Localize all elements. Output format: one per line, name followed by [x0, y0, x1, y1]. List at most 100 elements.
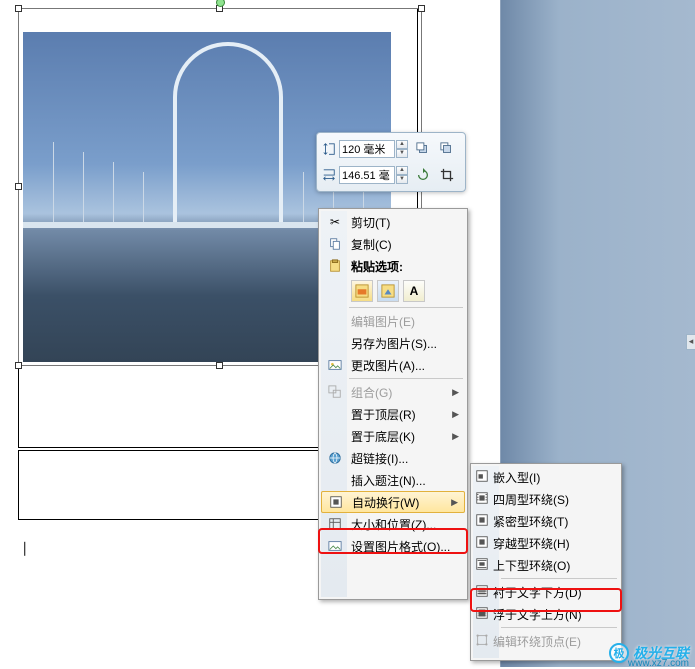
width-spin-up[interactable]: ▲ — [396, 166, 408, 175]
copy-icon — [323, 233, 347, 255]
menu-send-back-label: 置于底层(K) — [347, 428, 452, 445]
menu-cut-label: 剪切(T) — [347, 214, 463, 231]
submenu-arrow-icon: ▶ — [452, 409, 463, 420]
size-position-icon — [323, 513, 347, 535]
width-input[interactable] — [339, 166, 395, 184]
wrap-square-label: 四周型环绕(S) — [489, 491, 617, 508]
wrap-through[interactable]: 穿越型环绕(H) — [473, 532, 619, 554]
watermark-url: www.xz7.com — [628, 658, 689, 669]
submenu-arrow-icon: ▶ — [452, 387, 463, 398]
paste-option-text[interactable]: A — [403, 280, 425, 302]
wrap-edit-points-icon — [475, 633, 489, 650]
text-cursor: ⎸ — [24, 540, 38, 557]
resize-handle-sw[interactable] — [15, 362, 22, 369]
menu-separator — [501, 627, 617, 628]
width-spin-down[interactable]: ▼ — [396, 175, 408, 184]
height-spin-down[interactable]: ▼ — [396, 149, 408, 158]
paste-icon — [323, 255, 347, 277]
menu-wrap-text-label: 自动换行(W) — [348, 494, 451, 511]
paste-option-merge[interactable] — [377, 280, 399, 302]
menu-edit-picture: 编辑图片(E) — [321, 310, 465, 332]
menu-copy-label: 复制(C) — [347, 236, 463, 253]
resize-handle-s[interactable] — [216, 362, 223, 369]
wrap-through-label: 穿越型环绕(H) — [489, 535, 617, 552]
wrap-front-label: 浮于文字上方(N) — [489, 606, 617, 623]
wrap-tight-icon — [475, 513, 489, 530]
menu-insert-caption[interactable]: 插入题注(N)... — [321, 469, 465, 491]
bring-forward-button[interactable] — [414, 140, 432, 158]
crop-button[interactable] — [438, 166, 456, 184]
context-menu: ✂ 剪切(T) 复制(C) 粘贴选项: A 编辑图片(E) 另存为图片(S)..… — [318, 208, 468, 600]
height-spin-up[interactable]: ▲ — [396, 140, 408, 149]
wrap-through-icon — [475, 535, 489, 552]
menu-bring-front[interactable]: 置于顶层(R) ▶ — [321, 403, 465, 425]
menu-save-as-picture[interactable]: 另存为图片(S)... — [321, 332, 465, 354]
resize-handle-ne[interactable] — [418, 5, 425, 12]
width-icon — [321, 168, 337, 182]
wrap-square[interactable]: 四周型环绕(S) — [473, 488, 619, 510]
menu-insert-caption-label: 插入题注(N)... — [347, 472, 463, 489]
wrap-square-icon — [475, 491, 489, 508]
bridge-cable — [113, 162, 114, 222]
wrap-top-bottom[interactable]: 上下型环绕(O) — [473, 554, 619, 576]
menu-size-position-label: 大小和位置(Z)... — [347, 516, 463, 533]
wrap-top-bottom-label: 上下型环绕(O) — [489, 557, 617, 574]
menu-format-picture-label: 设置图片格式(O)... — [347, 538, 463, 555]
menu-separator — [349, 378, 463, 379]
bridge-cable — [303, 172, 304, 222]
wrap-inline-icon — [475, 469, 489, 486]
paste-option-picture[interactable] — [351, 280, 373, 302]
menu-bring-front-label: 置于顶层(R) — [347, 406, 452, 423]
submenu-arrow-icon: ▶ — [451, 497, 462, 508]
wrap-text-submenu: 嵌入型(I) 四周型环绕(S) 紧密型环绕(T) 穿越型环绕(H) 上下型环绕(… — [470, 463, 622, 661]
wrap-tight-label: 紧密型环绕(T) — [489, 513, 617, 530]
menu-cut[interactable]: ✂ 剪切(T) — [321, 211, 465, 233]
picture-size-toolbar: ▲ ▼ ▲ ▼ — [316, 132, 466, 192]
submenu-arrow-icon: ▶ — [452, 431, 463, 442]
bridge-cable — [83, 152, 84, 222]
resize-handle-w[interactable] — [15, 183, 22, 190]
menu-group-label: 组合(G) — [347, 384, 452, 401]
resize-handle-nw[interactable] — [15, 5, 22, 12]
format-picture-icon — [323, 535, 347, 557]
rotate-button[interactable] — [414, 166, 432, 184]
change-picture-icon — [323, 354, 347, 376]
menu-size-position[interactable]: 大小和位置(Z)... — [321, 513, 465, 535]
height-input[interactable] — [339, 140, 395, 158]
menu-send-back[interactable]: 置于底层(K) ▶ — [321, 425, 465, 447]
scroll-arrow-icon[interactable]: ◂ — [686, 334, 695, 350]
bridge-arch-graphic — [173, 42, 283, 222]
menu-wrap-text[interactable]: 自动换行(W) ▶ — [321, 491, 465, 513]
menu-save-as-picture-label: 另存为图片(S)... — [347, 335, 463, 352]
cut-icon: ✂ — [323, 211, 347, 233]
wrap-tight[interactable]: 紧密型环绕(T) — [473, 510, 619, 532]
menu-copy[interactable]: 复制(C) — [321, 233, 465, 255]
wrap-behind-label: 衬于文字下方(D) — [489, 584, 617, 601]
wrap-front-icon — [475, 606, 489, 623]
menu-hyperlink-label: 超链接(I)... — [347, 450, 463, 467]
wrap-inline-label: 嵌入型(I) — [489, 469, 617, 486]
menu-paste-header: 粘贴选项: — [321, 255, 465, 277]
wrap-edit-points: 编辑环绕顶点(E) — [473, 630, 619, 652]
menu-edit-picture-label: 编辑图片(E) — [347, 313, 463, 330]
wrap-edit-points-label: 编辑环绕顶点(E) — [489, 633, 617, 650]
bridge-cable — [143, 172, 144, 222]
menu-hyperlink[interactable]: 超链接(I)... — [321, 447, 465, 469]
watermark-logo-icon: 极 — [609, 643, 629, 663]
send-backward-button[interactable] — [438, 140, 456, 158]
bridge-cable — [53, 142, 54, 222]
wrap-behind[interactable]: 衬于文字下方(D) — [473, 581, 619, 603]
group-icon — [323, 381, 347, 403]
wrap-inline[interactable]: 嵌入型(I) — [473, 466, 619, 488]
menu-change-picture-label: 更改图片(A)... — [347, 357, 463, 374]
height-icon — [321, 142, 337, 156]
menu-change-picture[interactable]: 更改图片(A)... — [321, 354, 465, 376]
menu-format-picture[interactable]: 设置图片格式(O)... — [321, 535, 465, 557]
wrap-text-icon — [324, 492, 348, 512]
menu-separator — [501, 578, 617, 579]
wrap-behind-icon — [475, 584, 489, 601]
menu-group: 组合(G) ▶ — [321, 381, 465, 403]
menu-separator — [349, 307, 463, 308]
wrap-front[interactable]: 浮于文字上方(N) — [473, 603, 619, 625]
menu-paste-label: 粘贴选项: — [347, 258, 463, 275]
